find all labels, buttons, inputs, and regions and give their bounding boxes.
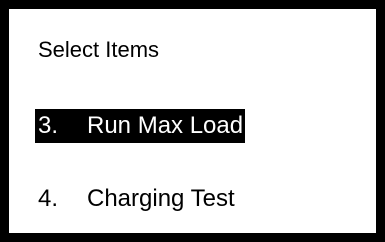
menu-item-run-max-load[interactable]: 3. Run Max Load xyxy=(35,109,246,143)
menu-item-number: 4. xyxy=(38,185,59,212)
menu-item-label: Run Max Load xyxy=(87,112,244,139)
screen-title: Select Items xyxy=(38,37,160,62)
menu-item-label: Charging Test xyxy=(87,185,235,212)
menu-item-number: 3. xyxy=(38,112,59,139)
lcd-screen: Select Items 3. Run Max Load 4. Charging… xyxy=(0,0,385,242)
menu-item-charging-test[interactable]: 4. Charging Test xyxy=(35,182,235,216)
